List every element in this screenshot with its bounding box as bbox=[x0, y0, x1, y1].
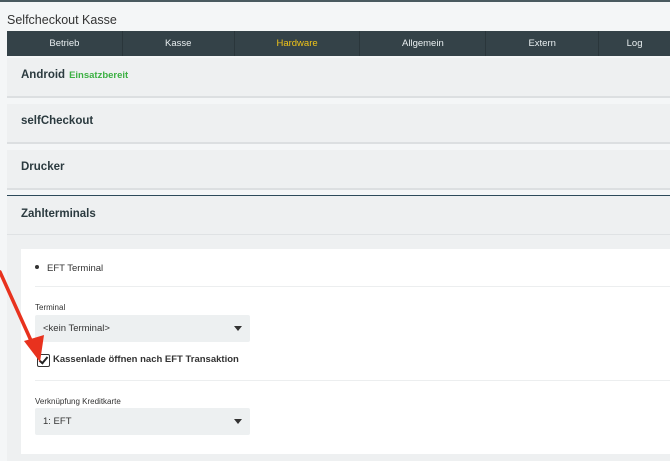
section-android-title: Android bbox=[21, 69, 66, 81]
section-selfcheckout-title: selfCheckout bbox=[21, 115, 94, 127]
nav-tab-extern[interactable]: Extern bbox=[485, 31, 598, 56]
card-link-label: Verknüpfung Kreditkarte bbox=[35, 397, 121, 406]
section-selfcheckout[interactable]: selfCheckout bbox=[7, 104, 670, 144]
divider bbox=[35, 286, 670, 287]
divider bbox=[35, 380, 670, 381]
section-divider bbox=[7, 234, 670, 235]
nav-tab-hardware[interactable]: Hardware bbox=[233, 31, 360, 56]
nav-tab-allgemein[interactable]: Allgemein bbox=[359, 31, 485, 56]
section-drucker[interactable]: Drucker bbox=[7, 150, 670, 190]
section-android[interactable]: Android Einsatzbereit bbox=[7, 58, 670, 98]
main-nav: Betrieb Kasse Hardware Allgemein Extern … bbox=[7, 31, 670, 56]
caret-down-icon bbox=[234, 326, 242, 331]
card-link-select-value: 1: EFT bbox=[43, 416, 72, 427]
section-zahlterminals: Zahlterminals EFT Terminal Terminal <kei… bbox=[7, 195, 670, 461]
window-top-border bbox=[0, 0, 670, 2]
nav-tab-kasse[interactable]: Kasse bbox=[121, 31, 234, 56]
card-link-select[interactable]: 1: EFT bbox=[35, 408, 250, 435]
terminal-card: EFT Terminal Terminal <kein Terminal> Ka… bbox=[21, 249, 670, 454]
android-status-badge: Einsatzbereit bbox=[69, 70, 129, 81]
nav-tab-log[interactable]: Log bbox=[598, 31, 670, 56]
app-title: Selfcheckout Kasse bbox=[7, 13, 117, 27]
caret-down-icon bbox=[234, 419, 242, 424]
section-drucker-title: Drucker bbox=[21, 161, 65, 173]
drawer-checkbox-label[interactable]: Kassenlade öffnen nach EFT Transaktion bbox=[53, 354, 239, 365]
section-android-header: Android Einsatzbereit bbox=[21, 69, 128, 81]
terminal-select[interactable]: <kein Terminal> bbox=[35, 315, 250, 342]
section-zahlterminals-title[interactable]: Zahlterminals bbox=[21, 208, 96, 220]
nav-tab-betrieb[interactable]: Betrieb bbox=[7, 31, 122, 56]
arrow-annotation-icon bbox=[0, 270, 44, 362]
